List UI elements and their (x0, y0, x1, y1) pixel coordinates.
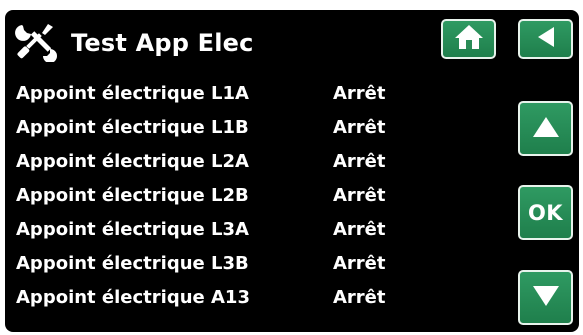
list-item-l1b[interactable]: Appoint électrique L1B Arrêt (16, 113, 436, 147)
row-label: Appoint électrique L1A (16, 83, 249, 104)
row-value: Arrêt (333, 151, 386, 172)
row-value: Arrêt (333, 83, 386, 104)
back-arrow-icon (534, 25, 558, 53)
tools-icon (15, 22, 59, 63)
list-item-a13[interactable]: Appoint électrique A13 Arrêt (16, 283, 436, 317)
row-label: Appoint électrique A13 (16, 287, 250, 308)
row-value: Arrêt (333, 253, 386, 274)
row-label: Appoint électrique L3A (16, 219, 249, 240)
ok-button[interactable]: OK (518, 185, 573, 240)
settings-list: Appoint électrique L1A Arrêt Appoint éle… (16, 79, 436, 317)
up-arrow-icon (531, 114, 561, 144)
row-value: Arrêt (333, 219, 386, 240)
row-label: Appoint électrique L1B (16, 117, 249, 138)
ok-button-label: OK (527, 200, 564, 225)
home-icon (453, 23, 485, 55)
title-bar: Test App Elec (5, 10, 435, 72)
list-item-l2b[interactable]: Appoint électrique L2B Arrêt (16, 181, 436, 215)
list-item-l3a[interactable]: Appoint électrique L3A Arrêt (16, 215, 436, 249)
row-label: Appoint électrique L2B (16, 185, 249, 206)
row-value: Arrêt (333, 287, 386, 308)
home-button[interactable] (441, 19, 496, 59)
row-value: Arrêt (333, 185, 386, 206)
row-label: Appoint électrique L3B (16, 253, 249, 274)
row-label: Appoint électrique L2A (16, 151, 249, 172)
list-item-l3b[interactable]: Appoint électrique L3B Arrêt (16, 249, 436, 283)
row-value: Arrêt (333, 117, 386, 138)
list-item-l2a[interactable]: Appoint électrique L2A Arrêt (16, 147, 436, 181)
down-arrow-icon (531, 283, 561, 313)
display-screen: Test App Elec OK Appoint électrique L1A … (5, 10, 579, 332)
scroll-down-button[interactable] (518, 270, 573, 325)
list-item-l1a[interactable]: Appoint électrique L1A Arrêt (16, 79, 436, 113)
page-title: Test App Elec (71, 29, 254, 57)
back-button[interactable] (518, 19, 573, 59)
scroll-up-button[interactable] (518, 101, 573, 156)
